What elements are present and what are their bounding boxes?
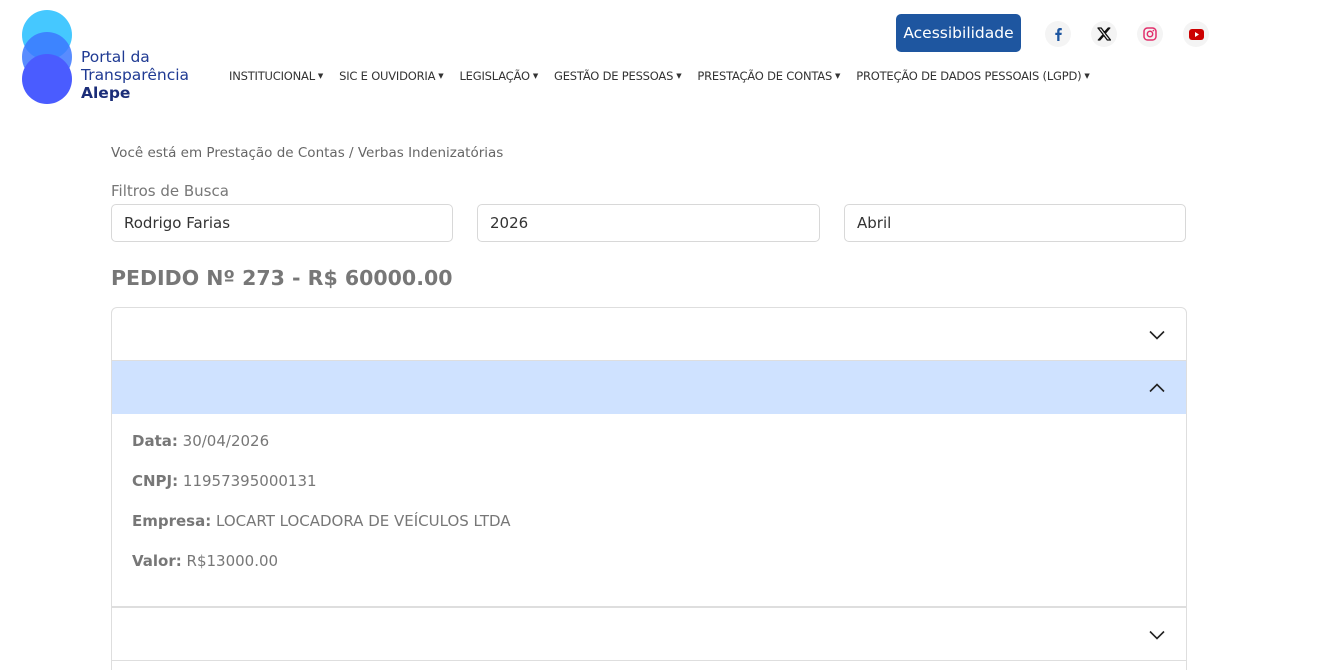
caret-down-icon: ▼	[676, 72, 682, 80]
name-filter-select[interactable]: Rodrigo Farias	[111, 204, 453, 242]
company-value: LOCART LOCADORA DE VEÍCULOS LTDA	[216, 512, 511, 530]
logo-circles-icon	[20, 8, 80, 108]
filters-label: Filtros de Busca	[111, 182, 229, 200]
logo-line-2: Transparência	[81, 66, 190, 84]
nav-label: LEGISLAÇÃO	[459, 69, 530, 83]
chevron-down-icon	[1149, 630, 1165, 640]
nav-label: INSTITUCIONAL	[229, 69, 315, 83]
nav-label: PRESTAÇÃO DE CONTAS	[697, 69, 833, 83]
caret-down-icon: ▼	[317, 72, 324, 80]
nav-item-gestao-pessoas[interactable]: GESTÃO DE PESSOAS ▼	[554, 69, 682, 83]
logo-text: Portal da Transparência Alepe	[81, 48, 189, 102]
order-title: PEDIDO Nº 273 - R$ 60000.00	[111, 266, 453, 290]
accessibility-button[interactable]: Acessibilidade	[896, 14, 1021, 52]
detail-company: Empresa: LOCART LOCADORA DE VEÍCULOS LTD…	[132, 512, 1166, 530]
logo-line-1: Portal da	[81, 48, 150, 66]
cnpj-label: CNPJ:	[132, 472, 179, 490]
caret-down-icon: ▼	[1084, 72, 1090, 80]
nav-item-lgpd[interactable]: PROTEÇÃO DE DADOS PESSOAIS (LGPD) ▼	[856, 69, 1090, 83]
logo-line-3: Alepe	[81, 84, 131, 102]
value-label: Valor:	[132, 552, 182, 570]
facebook-icon[interactable]	[1045, 21, 1071, 47]
year-filter-select[interactable]: 2026	[477, 204, 820, 242]
accordion-header[interactable]	[112, 361, 1186, 414]
caret-down-icon: ▼	[835, 72, 841, 80]
caret-down-icon: ▼	[532, 72, 539, 80]
accordion-header[interactable]	[112, 308, 1186, 361]
accordion-body: Data: 30/04/2026 CNPJ: 11957395000131 Em…	[112, 414, 1186, 570]
main-nav: INSTITUCIONAL ▼ SIC E OUVIDORIA ▼ LEGISLAÇ…	[229, 69, 1106, 83]
nav-item-institucional[interactable]: INSTITUCIONAL ▼	[229, 69, 323, 83]
chevron-up-icon	[1149, 383, 1165, 393]
nav-item-sic-ouvidoria[interactable]: SIC E OUVIDORIA ▼	[339, 69, 444, 83]
accordion-item-expanded: Data: 30/04/2026 CNPJ: 11957395000131 Em…	[111, 360, 1187, 607]
date-value: 30/04/2026	[182, 432, 270, 450]
nav-item-prestacao-contas[interactable]: PRESTAÇÃO DE CONTAS ▼	[697, 69, 840, 83]
accordion-item	[111, 607, 1187, 661]
cnpj-value: 11957395000131	[182, 472, 317, 490]
chevron-down-icon	[1149, 330, 1165, 340]
accordion-item[interactable]	[111, 660, 1187, 670]
detail-date: Data: 30/04/2026	[132, 432, 1166, 450]
nav-label: GESTÃO DE PESSOAS	[554, 69, 674, 83]
value-amount: R$13000.00	[186, 552, 279, 570]
nav-item-legislacao[interactable]: LEGISLAÇÃO ▼	[459, 69, 538, 83]
detail-value: Valor: R$13000.00	[132, 552, 1166, 570]
company-label: Empresa:	[132, 512, 212, 530]
instagram-icon[interactable]	[1137, 21, 1163, 47]
detail-cnpj: CNPJ: 11957395000131	[132, 472, 1166, 490]
breadcrumb: Você está em Prestação de Contas / Verba…	[111, 145, 504, 161]
nav-label: SIC E OUVIDORIA	[339, 69, 436, 83]
x-icon[interactable]	[1091, 21, 1117, 47]
accordion-item	[111, 307, 1187, 361]
date-label: Data:	[132, 432, 178, 450]
month-filter-select[interactable]: Abril	[844, 204, 1186, 242]
accordion-header[interactable]	[112, 608, 1186, 661]
portal-logo[interactable]: Portal da Transparência Alepe	[20, 8, 195, 108]
nav-label: PROTEÇÃO DE DADOS PESSOAIS (LGPD)	[856, 69, 1082, 83]
youtube-icon[interactable]	[1183, 21, 1209, 47]
caret-down-icon: ▼	[438, 72, 444, 80]
